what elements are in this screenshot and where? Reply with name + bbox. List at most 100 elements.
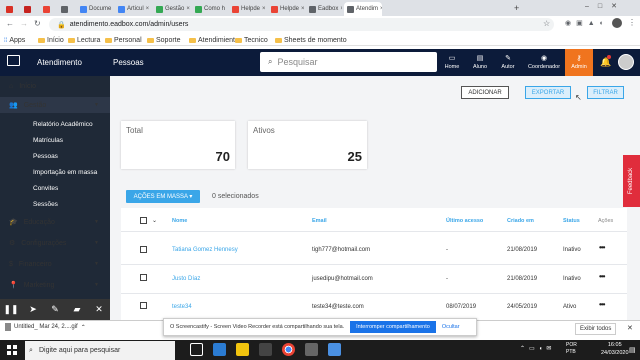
back-icon[interactable]: ← — [6, 19, 14, 28]
close-tab-icon[interactable]: × — [225, 6, 227, 12]
stop-sharing-button[interactable]: Interromper compartilhamento — [350, 321, 436, 333]
close-tab-icon[interactable]: × — [184, 6, 190, 12]
menu-icon[interactable]: ⋮ — [628, 18, 636, 27]
sidebar-subitem-relatorio[interactable]: Relatório Acadêmico — [33, 121, 93, 128]
col-header-name[interactable]: Nome — [172, 218, 187, 224]
browser-tab[interactable] — [3, 2, 20, 16]
row-actions-menu[interactable]: ••• — [599, 272, 605, 281]
hide-button[interactable]: Ocultar — [442, 324, 460, 330]
sidebar-item-inicio[interactable]: ⌂ Início — [0, 78, 110, 94]
notifications-icon[interactable]: ▤ — [629, 346, 636, 354]
browser-tab[interactable]: Helpde × — [268, 2, 304, 16]
row-checkbox[interactable] — [140, 274, 147, 281]
app-icon[interactable] — [305, 343, 318, 356]
browser-tab[interactable]: Articul × — [115, 2, 151, 16]
row-actions-menu[interactable]: ••• — [599, 243, 605, 252]
store-icon[interactable] — [259, 343, 272, 356]
sidebar-item-financeiro[interactable]: $ Financeiro ▼ — [0, 256, 110, 272]
address-bar[interactable]: 🔒 atendimento.eadbox.com/admin/users — [49, 18, 554, 31]
bookmark-item[interactable]: Personal — [105, 37, 142, 44]
row-name[interactable]: teste34 — [172, 304, 192, 310]
nav-home[interactable]: ▭ Home — [439, 49, 465, 76]
browser-tab[interactable]: Gestão × — [153, 2, 190, 16]
profile-avatar[interactable] — [612, 18, 622, 28]
row-name[interactable]: Justo Díaz — [172, 276, 200, 282]
browser-tab[interactable]: Helpde × — [229, 2, 266, 16]
pause-icon[interactable]: ❚❚ — [0, 304, 22, 315]
browser-tab[interactable]: Atendim × — [344, 2, 382, 16]
browser-tab[interactable]: Eadbox× — [306, 2, 342, 16]
close-tab-icon[interactable]: × — [144, 6, 150, 12]
nav-autor[interactable]: ✎ Autor — [495, 49, 521, 76]
close-tab-icon[interactable]: × — [338, 6, 342, 12]
star-icon[interactable]: ☆ — [543, 19, 550, 28]
bookmark-item[interactable]: Sheets de momento — [275, 37, 347, 44]
close-tab-icon[interactable]: × — [378, 6, 382, 12]
bookmark-item[interactable]: Tecnico — [235, 37, 268, 44]
new-tab-button[interactable]: + — [514, 3, 519, 13]
search-input[interactable]: ⌕ Pesquisar — [260, 52, 437, 72]
forward-icon[interactable]: → — [20, 19, 28, 28]
close-tab-icon[interactable]: × — [299, 6, 304, 12]
row-actions-menu[interactable]: ••• — [599, 300, 605, 309]
file-explorer-icon[interactable] — [236, 343, 249, 356]
sidebar-subitem-importacao[interactable]: Importação em massa — [33, 169, 97, 176]
reload-icon[interactable]: ↻ — [34, 19, 41, 28]
chrome-icon[interactable] — [282, 343, 295, 356]
select-all-checkbox[interactable] — [140, 217, 147, 224]
browser-tab[interactable]: Como h× — [192, 2, 227, 16]
sidebar-subitem-pessoas[interactable]: Pessoas — [33, 153, 58, 160]
browser-tab[interactable]: Docume× — [77, 2, 113, 16]
taskbar-search[interactable]: ⌕ Digite aqui para pesquisar — [25, 341, 175, 360]
col-header-email[interactable]: Email — [312, 218, 327, 224]
bulk-actions-button[interactable]: AÇÕES EM MASSA ▾ — [126, 190, 200, 203]
nav-admin[interactable]: ⚷ Admin — [565, 49, 593, 76]
sidebar-item-educacao[interactable]: 🎓 Educação ▼ — [0, 214, 110, 230]
chevron-down-icon[interactable]: ⌄ — [152, 217, 157, 224]
bookmark-item[interactable]: Atendimiento — [189, 37, 239, 44]
eraser-icon[interactable]: ▰ — [66, 304, 88, 315]
pen-icon[interactable]: ✎ — [44, 304, 66, 315]
browser-tab[interactable] — [40, 2, 57, 16]
bookmark-item[interactable]: Soporte — [147, 37, 181, 44]
nav-coordenador[interactable]: ◉ Coordenador — [524, 49, 564, 76]
sidebar-subitem-convites[interactable]: Convites — [33, 185, 58, 192]
chevron-up-icon[interactable]: ⌃ — [81, 324, 86, 331]
windows-start-icon[interactable] — [7, 345, 17, 355]
row-checkbox[interactable] — [140, 302, 147, 309]
bookmark-item[interactable]: ⁞⁞ Apps — [4, 37, 25, 44]
filter-button[interactable]: FILTRAR — [587, 86, 624, 99]
sidebar-subitem-matriculas[interactable]: Matrículas — [33, 137, 63, 144]
col-header-created[interactable]: Criado em — [507, 218, 534, 224]
task-view-icon[interactable] — [190, 343, 203, 356]
sidebar-toggle-icon[interactable] — [7, 55, 20, 66]
add-button[interactable]: ADICIONAR — [461, 86, 509, 99]
app-icon[interactable] — [328, 343, 341, 356]
system-tray-icons[interactable]: ⌃▭◖✉ — [520, 345, 555, 352]
close-tab-icon[interactable]: × — [111, 6, 113, 12]
language-indicator[interactable]: POR PTB — [566, 342, 577, 356]
show-all-downloads-button[interactable]: Exibir todos — [575, 323, 617, 335]
sidebar-item-gestao[interactable]: 👥 Gestão ▼ — [0, 97, 110, 113]
browser-tab[interactable] — [58, 2, 75, 16]
edge-icon[interactable] — [213, 343, 226, 356]
close-icon[interactable]: ✕ — [627, 324, 633, 332]
feedback-tab[interactable]: Feedback — [623, 155, 640, 207]
bookmark-item[interactable]: Início — [38, 37, 64, 44]
cursor-icon[interactable]: ➤ — [22, 304, 44, 315]
sidebar-subitem-sessoes[interactable]: Sessões — [33, 201, 58, 208]
system-clock[interactable]: 16:05 24/03/2020 — [601, 341, 629, 357]
col-header-status[interactable]: Status — [563, 218, 580, 224]
user-avatar[interactable] — [618, 54, 634, 70]
window-controls[interactable]: –□✕ — [585, 2, 626, 10]
extension-icons[interactable]: ◉▣▲◐ — [565, 19, 609, 27]
close-icon[interactable]: ✕ — [88, 304, 110, 315]
close-tab-icon[interactable]: × — [260, 6, 266, 12]
browser-tab[interactable] — [21, 2, 38, 16]
export-button[interactable]: EXPORTAR — [525, 86, 571, 99]
nav-aluno[interactable]: ▤ Aluno — [467, 49, 493, 76]
download-item[interactable]: Untitled_ Mar 24, 2....gif ⌃ — [5, 323, 86, 331]
bookmark-item[interactable]: Lectura — [68, 37, 100, 44]
row-checkbox[interactable] — [140, 246, 147, 253]
col-header-last-access[interactable]: Último acesso — [446, 218, 483, 224]
